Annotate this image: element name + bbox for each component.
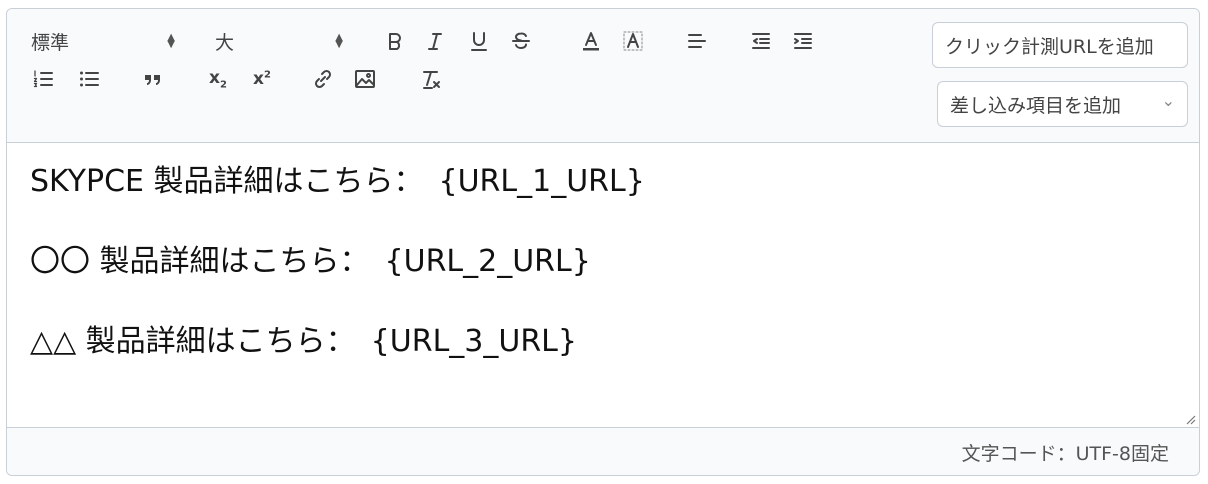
italic-icon [428,33,442,50]
indent-button[interactable] [789,27,817,55]
add-merge-field-label: 差し込み項目を追加 [950,94,1122,117]
background-color-button[interactable] [619,27,647,55]
clear-format-button[interactable] [417,65,445,93]
quote-icon [145,75,160,85]
add-click-url-button[interactable]: クリック計測URLを追加 [932,22,1188,68]
image-button[interactable] [351,65,379,93]
link-icon [314,69,332,89]
superscript-button[interactable]: x2 [245,65,279,93]
add-merge-field-dropdown[interactable]: 差し込み項目を追加 ⌄ [937,81,1188,127]
bold-icon [389,33,401,50]
strikethrough-icon [512,32,530,49]
rich-text-editor: 標準 ▲ ▼ 大 ▲ ▼ x2 x2 クリック計測URLを追加 差し込み項目を追… [6,8,1200,476]
align-left-icon [688,34,706,48]
strike-button[interactable] [507,27,535,55]
subscript-icon-mark: 2 [220,79,227,91]
editor-toolbar: 標準 ▲ ▼ 大 ▲ ▼ x2 x2 クリック計測URLを追加 差し込み項目を追… [7,9,1199,143]
underline-button[interactable] [465,27,493,55]
underline-icon [471,32,487,51]
image-icon [355,70,375,88]
editor-footer: 文字コード：UTF-8固定 [7,427,1199,475]
ordered-list-button[interactable] [29,65,57,93]
ordered-list-icon [33,70,53,88]
chevron-down-icon: ⌄ [1161,90,1175,110]
format-select-value: 標準 [31,31,70,54]
size-select[interactable]: 大 ▲ ▼ [215,26,343,56]
align-button[interactable] [683,27,711,55]
subscript-icon-label: x [209,67,220,88]
clear-format-icon [423,71,440,89]
link-button[interactable] [309,65,337,93]
bullet-list-icon [80,71,99,87]
format-select[interactable]: 標準 ▲ ▼ [31,26,175,56]
editor-content[interactable]: SKYPCE 製品詳細はこちら： {URL_1_URL} 〇〇 製品詳細はこちら… [7,143,1199,427]
add-click-url-label: クリック計測URLを追加 [945,35,1154,58]
bold-button[interactable] [381,27,409,55]
bullet-list-button[interactable] [75,65,103,93]
select-arrows-icon: ▲ ▼ [167,32,175,50]
italic-button[interactable] [421,27,449,55]
superscript-icon-mark: 2 [264,69,271,81]
superscript-icon-label: x [253,69,264,89]
size-select-value: 大 [215,31,235,54]
resize-handle-icon[interactable] [1184,413,1196,425]
blockquote-button[interactable] [139,65,167,93]
text-color-icon [583,32,599,51]
content-line-3: △△ 製品詳細はこちら： {URL_3_URL} [30,324,577,359]
outdent-button[interactable] [747,27,775,55]
select-arrows-icon: ▲ ▼ [335,32,343,50]
subscript-icon: x2 [209,68,227,90]
text-color-button[interactable] [577,27,605,55]
highlight-icon [623,31,643,51]
encoding-note: 文字コード：UTF-8固定 [961,443,1169,465]
superscript-icon: x2 [253,69,271,89]
indent-icon [794,33,812,49]
content-line-2: 〇〇 製品詳細はこちら： {URL_2_URL} [30,244,591,279]
content-line-1: SKYPCE 製品詳細はこちら： {URL_1_URL} [30,164,645,199]
outdent-icon [752,33,770,49]
subscript-button[interactable]: x2 [201,65,235,93]
